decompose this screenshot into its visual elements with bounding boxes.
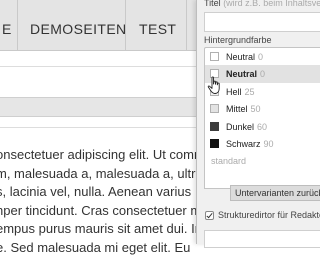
nav-separator <box>125 0 126 50</box>
divider <box>0 66 210 67</box>
option-standard[interactable]: standard <box>205 152 320 170</box>
reset-variants-button[interactable]: Untervarianten zurück <box>230 185 320 201</box>
color-swatch <box>210 122 219 131</box>
structure-editor-checkbox[interactable] <box>205 211 214 220</box>
color-swatch <box>210 104 219 113</box>
bottom-field[interactable] <box>204 230 320 248</box>
option-label: Dunkel60 <box>226 122 267 132</box>
nav-item-test[interactable]: TEST <box>139 0 176 50</box>
background-label: Hintergrundfarbe <box>204 35 272 45</box>
title-label: Titel (wird z.B. beim Inhaltsve <box>204 0 320 8</box>
nav-item-demoseiten[interactable]: DEMOSEITEN <box>30 0 127 50</box>
option-dunkel[interactable]: Dunkel60 <box>205 118 320 136</box>
text-line: s, lacinia vel, nulla. Aenean varius <box>0 183 226 202</box>
content-text: onsectetuer adipiscing elit. Ut comm m, … <box>0 146 226 257</box>
text-line: e. Sed malesuada mi eget elit. Eu <box>0 239 226 257</box>
option-label: Neutral0 <box>226 69 265 79</box>
title-input[interactable] <box>204 12 320 32</box>
option-label: Hell25 <box>226 87 255 97</box>
color-swatch <box>210 52 219 61</box>
option-label: Mittel50 <box>226 104 261 114</box>
hand-pointer-icon <box>207 76 223 96</box>
text-line: nper tincidunt. Cras consectetuer m <box>0 202 226 221</box>
nav-separator <box>17 0 18 50</box>
text-line: m, malesuada a, malesuada a, ultr <box>0 165 226 184</box>
structure-editor-label: Strukturedirtor für Redakte <box>218 210 320 220</box>
divider <box>0 127 210 128</box>
title-label-text: Titel <box>204 0 221 8</box>
content-toolbar <box>0 97 210 117</box>
text-line: onsectetuer adipiscing elit. Ut comm <box>0 146 226 165</box>
top-navigation: E DEMOSEITEN TEST <box>0 0 212 51</box>
option-label: Neutral0 <box>226 52 263 62</box>
option-schwarz[interactable]: Schwarz90 <box>205 135 320 153</box>
color-swatch <box>210 139 219 148</box>
option-label: standard <box>211 156 246 166</box>
nav-item-e[interactable]: E <box>2 0 12 50</box>
nav-separator <box>186 0 187 50</box>
text-line: empus purus mauris sit amet dui. In <box>0 220 226 239</box>
title-hint: (wird z.B. beim Inhaltsve <box>223 0 320 8</box>
option-label: Schwarz90 <box>226 139 274 149</box>
option-mittel[interactable]: Mittel50 <box>205 100 320 118</box>
